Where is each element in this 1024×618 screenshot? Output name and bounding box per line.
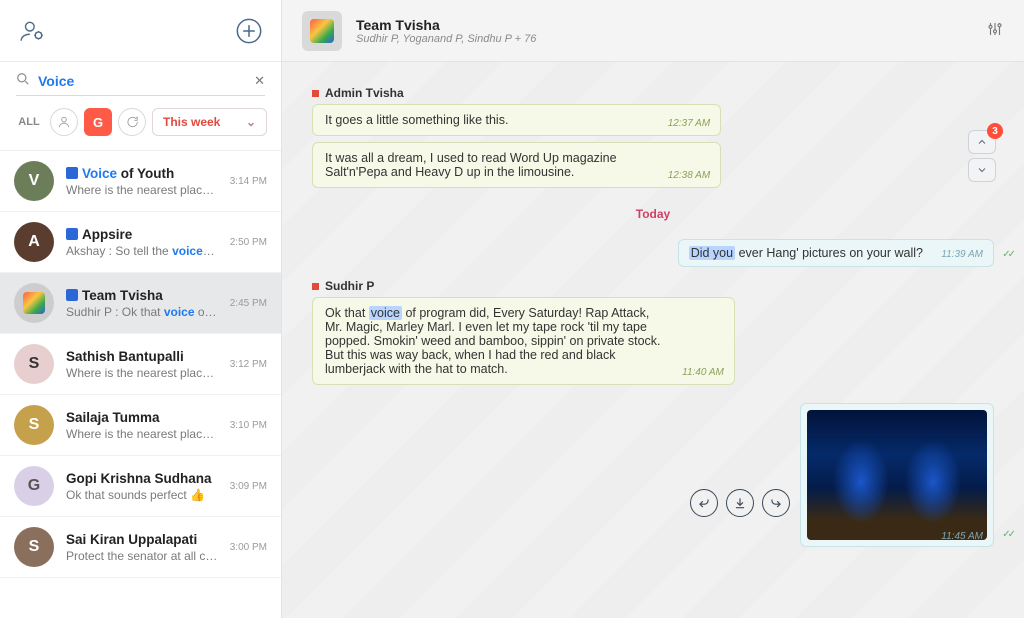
date-divider: Today: [312, 206, 994, 221]
search-field[interactable]: ✕: [16, 72, 265, 96]
message-bubble-outgoing[interactable]: Did you ever Hang' pictures on your wall…: [678, 239, 994, 267]
chat-item[interactable]: V Voice of Youth Where is the nearest pl…: [0, 151, 281, 212]
chat-preview: Where is the nearest place to...: [66, 183, 218, 197]
image-message-bubble[interactable]: 11:45 AM: [800, 403, 994, 547]
chat-title: Team Tvisha: [66, 288, 218, 303]
chat-item[interactable]: A Appsire Akshay : So tell the voice of.…: [0, 212, 281, 273]
scroll-down-button[interactable]: [968, 158, 996, 182]
chat-item[interactable]: S Sathish Bantupalli Where is the neares…: [0, 334, 281, 395]
chat-time: 3:14 PM: [230, 176, 267, 187]
search-icon: [16, 72, 30, 89]
message-text: It goes a little something like this.: [325, 113, 508, 127]
new-chat-icon[interactable]: [235, 17, 263, 45]
filter-date-dropdown[interactable]: This week ⌄: [152, 108, 267, 136]
chat-time: 3:09 PM: [230, 481, 267, 492]
messages-area: 3 Admin Tvisha It goes a little somethin…: [282, 62, 1024, 618]
chat-time: 3:10 PM: [230, 420, 267, 431]
avatar: [14, 283, 54, 323]
message-bubble[interactable]: It was all a dream, I used to read Word …: [312, 142, 721, 188]
filter-groups-icon[interactable]: G: [84, 108, 112, 136]
reply-icon[interactable]: [690, 489, 718, 517]
scroll-nav: 3: [968, 130, 996, 182]
avatar: V: [14, 161, 54, 201]
message-text: It was all a dream, I used to read Word …: [325, 151, 617, 179]
profile-settings-icon[interactable]: [18, 17, 46, 45]
group-badge-icon: [66, 228, 78, 240]
chevron-down-icon: ⌄: [246, 115, 256, 129]
chat-title: Sailaja Tumma: [66, 410, 218, 425]
chat-time: 3:12 PM: [230, 359, 267, 370]
sender-marker-icon: [312, 283, 319, 290]
filter-all[interactable]: ALL: [14, 108, 44, 136]
sidebar: ✕ ALL G This week ⌄ V Voice of Youth Whe…: [0, 0, 282, 618]
group-avatar[interactable]: [302, 11, 342, 51]
download-icon[interactable]: [726, 489, 754, 517]
chat-preview: Akshay : So tell the voice of...: [66, 244, 218, 258]
sender-marker-icon: [312, 90, 319, 97]
sidebar-topbar: [0, 0, 281, 62]
avatar: S: [14, 405, 54, 445]
chat-title: Sai Kiran Uppalapati: [66, 532, 218, 547]
chat-item[interactable]: Team Tvisha Sudhir P : Ok that voice of …: [0, 273, 281, 334]
chat-item[interactable]: S Sai Kiran Uppalapati Protect the senat…: [0, 517, 281, 578]
chat-preview: Sudhir P : Ok that voice of p...: [66, 305, 218, 319]
chat-header: Team Tvisha Sudhir P, Yoganand P, Sindhu…: [282, 0, 1024, 62]
group-badge-icon: [66, 167, 78, 179]
search-container: ✕: [0, 62, 281, 96]
chat-item[interactable]: S Sailaja Tumma Where is the nearest pla…: [0, 395, 281, 456]
forward-icon[interactable]: [762, 489, 790, 517]
chat-preview: Ok that sounds perfect 👍: [66, 488, 218, 502]
filter-people-icon[interactable]: [50, 108, 78, 136]
message-bubble[interactable]: It goes a little something like this. 12…: [312, 104, 721, 136]
scroll-up-button[interactable]: 3: [968, 130, 996, 154]
avatar: S: [14, 527, 54, 567]
message-bubble[interactable]: Ok that voice of program did, Every Satu…: [312, 297, 735, 385]
settings-icon[interactable]: [986, 20, 1004, 41]
chat-preview: Where is the nearest place to...: [66, 366, 218, 380]
chat-time: 2:50 PM: [230, 237, 267, 248]
chat-title: Gopi Krishna Sudhana: [66, 471, 218, 486]
chat-title: Appsire: [66, 227, 218, 242]
message-text: Ok that voice of program did, Every Satu…: [325, 306, 661, 376]
chat-time: 3:00 PM: [230, 542, 267, 553]
attachment-tools: [690, 489, 790, 517]
chat-item[interactable]: G Gopi Krishna Sudhana Ok that sounds pe…: [0, 456, 281, 517]
filter-row: ALL G This week ⌄: [0, 96, 281, 151]
chat-preview: Protect the senator at all costs.: [66, 549, 218, 563]
avatar: A: [14, 222, 54, 262]
chat-title: Sathish Bantupalli: [66, 349, 218, 364]
group-name: Team Tvisha: [356, 17, 536, 33]
filter-messages-icon[interactable]: [118, 108, 146, 136]
chat-list: V Voice of Youth Where is the nearest pl…: [0, 151, 281, 618]
message-timestamp: 12:38 AM: [668, 170, 710, 181]
chat-preview: Where is the nearest place to...: [66, 427, 218, 441]
message-timestamp: 11:39 AM: [941, 249, 983, 260]
avatar: G: [14, 466, 54, 506]
chat-time: 2:45 PM: [230, 298, 267, 309]
search-input[interactable]: [30, 73, 254, 89]
message-timestamp: 11:40 AM: [682, 367, 724, 378]
image-attachment[interactable]: [807, 410, 987, 540]
filter-date-label: This week: [163, 115, 220, 129]
attachment-row: 11:45 AM: [312, 403, 994, 547]
sender-label: Sudhir P: [312, 279, 994, 293]
chat-title: Voice of Youth: [66, 166, 218, 181]
message-text: Did you ever Hang' pictures on your wall…: [689, 246, 923, 260]
sender-label: Admin Tvisha: [312, 86, 994, 100]
group-members: Sudhir P, Yoganand P, Sindhu P + 76: [356, 33, 536, 45]
scroll-badge: 3: [987, 123, 1003, 139]
conversation-pane: Team Tvisha Sudhir P, Yoganand P, Sindhu…: [282, 0, 1024, 618]
message-timestamp: 11:45 AM: [941, 531, 983, 542]
message-timestamp: 12:37 AM: [668, 118, 710, 129]
avatar: S: [14, 344, 54, 384]
search-clear-icon[interactable]: ✕: [254, 73, 265, 89]
group-badge-icon: [66, 289, 78, 301]
